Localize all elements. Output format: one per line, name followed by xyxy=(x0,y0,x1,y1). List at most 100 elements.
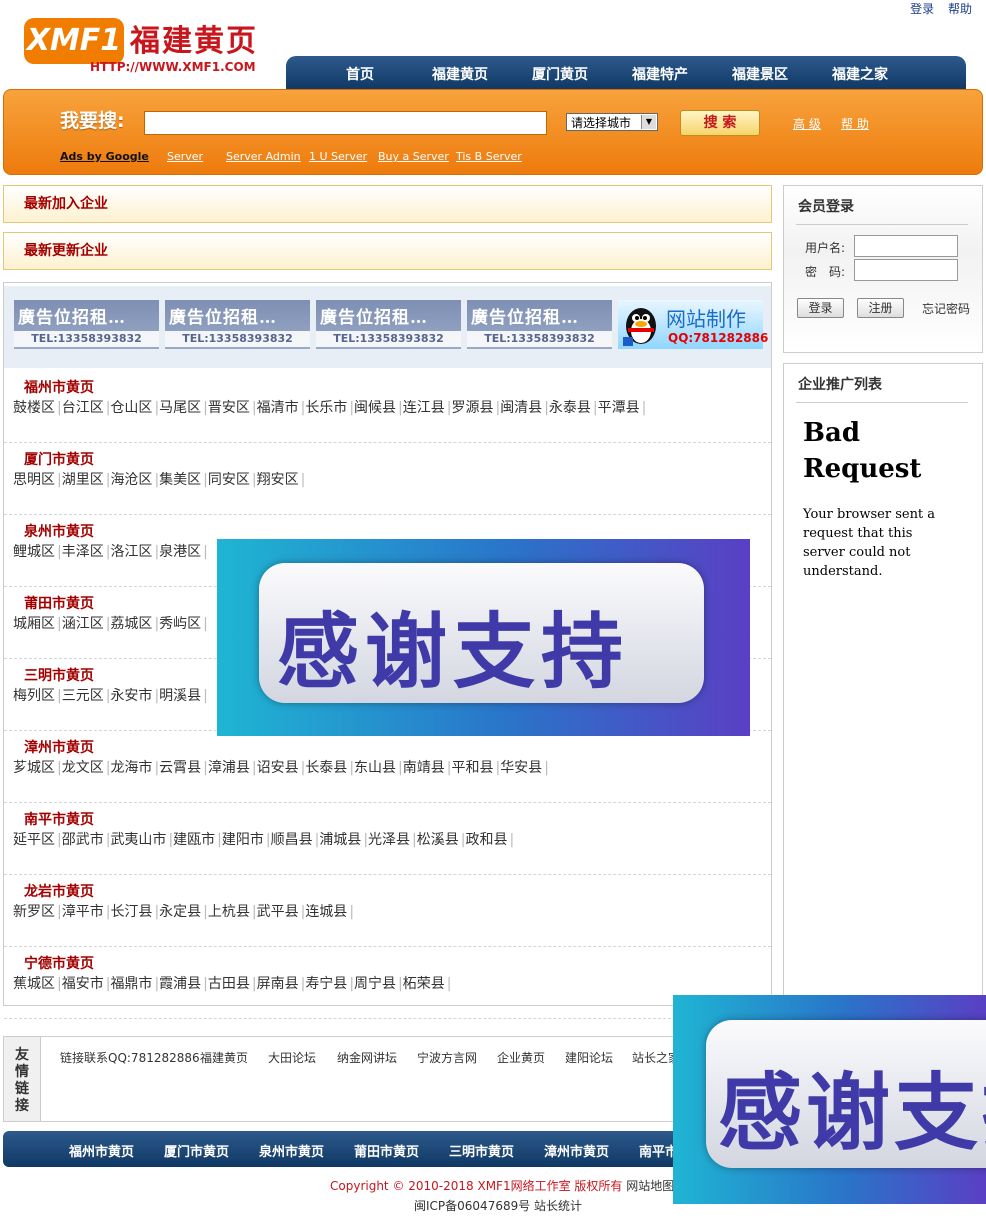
district-link[interactable]: 柘荣县 xyxy=(403,976,445,992)
district-link[interactable]: 福安市 xyxy=(62,976,104,992)
district-link[interactable]: 东山县 xyxy=(354,760,396,776)
district-link[interactable]: 福清市 xyxy=(257,400,299,416)
ad-link-tis-server[interactable]: Tis B Server xyxy=(456,150,522,163)
district-link[interactable]: 顺昌县 xyxy=(271,832,313,848)
city-title[interactable]: 宁德市黄页 xyxy=(24,953,94,973)
district-link[interactable]: 龙海市 xyxy=(110,760,152,776)
district-link[interactable]: 蕉城区 xyxy=(13,976,55,992)
district-link[interactable]: 连江县 xyxy=(403,400,445,416)
register-button[interactable]: 注册 xyxy=(857,298,904,318)
city-title[interactable]: 福州市黄页 xyxy=(24,377,94,397)
district-link[interactable]: 新罗区 xyxy=(13,904,55,920)
ad-link-1u-server[interactable]: 1 U Server xyxy=(309,150,367,163)
district-link[interactable]: 三元区 xyxy=(62,688,104,704)
district-link[interactable]: 云霄县 xyxy=(159,760,201,776)
district-link[interactable]: 平潭县 xyxy=(598,400,640,416)
district-link[interactable]: 屏南县 xyxy=(257,976,299,992)
district-link[interactable]: 罗源县 xyxy=(451,400,493,416)
district-link[interactable]: 晋安区 xyxy=(208,400,250,416)
ad-slot[interactable]: 廣告位招租… TEL:13358393832 xyxy=(467,300,612,349)
district-link[interactable]: 翔安区 xyxy=(257,472,299,488)
district-link[interactable]: 永定县 xyxy=(159,904,201,920)
district-link[interactable]: 上杭县 xyxy=(208,904,250,920)
city-title[interactable]: 泉州市黄页 xyxy=(24,521,94,541)
district-link[interactable]: 武夷山市 xyxy=(110,832,166,848)
district-link[interactable]: 周宁县 xyxy=(354,976,396,992)
bottom-nav-item[interactable]: 三明市黄页 xyxy=(449,1141,514,1160)
district-link[interactable]: 政和县 xyxy=(465,832,507,848)
search-button[interactable]: 搜 索 xyxy=(680,110,760,136)
nav-home[interactable]: 首页 xyxy=(346,64,374,84)
ad-link-buy-server[interactable]: Buy a Server xyxy=(378,150,449,163)
bottom-nav-item[interactable]: 莆田市黄页 xyxy=(354,1141,419,1160)
district-link[interactable]: 仓山区 xyxy=(110,400,152,416)
district-link[interactable]: 秀屿区 xyxy=(159,616,201,632)
district-link[interactable]: 松溪县 xyxy=(417,832,459,848)
district-link[interactable]: 建阳市 xyxy=(222,832,264,848)
district-link[interactable]: 平和县 xyxy=(451,760,493,776)
nav-fujian-home[interactable]: 福建之家 xyxy=(832,64,888,84)
district-link[interactable]: 芗城区 xyxy=(13,760,55,776)
district-link[interactable]: 龙文区 xyxy=(62,760,104,776)
district-link[interactable]: 荔城区 xyxy=(110,616,152,632)
friend-link[interactable]: 宁波方言网 xyxy=(417,1049,477,1066)
city-title[interactable]: 三明市黄页 xyxy=(24,665,94,685)
district-link[interactable]: 永泰县 xyxy=(549,400,591,416)
district-link[interactable]: 永安市 xyxy=(110,688,152,704)
district-link[interactable]: 鼓楼区 xyxy=(13,400,55,416)
district-link[interactable]: 连城县 xyxy=(305,904,347,920)
ad-link-server[interactable]: Server xyxy=(167,150,203,163)
nav-fujian-specialty[interactable]: 福建特产 xyxy=(632,64,688,84)
ad-slot[interactable]: 廣告位招租… TEL:13358393832 xyxy=(316,300,461,349)
district-link[interactable]: 诏安县 xyxy=(257,760,299,776)
login-button[interactable]: 登录 xyxy=(797,298,844,318)
district-link[interactable]: 华安县 xyxy=(500,760,542,776)
district-link[interactable]: 明溪县 xyxy=(159,688,201,704)
district-link[interactable]: 城厢区 xyxy=(13,616,55,632)
ad-slot[interactable]: 廣告位招租… TEL:13358393832 xyxy=(14,300,159,349)
district-link[interactable]: 邵武市 xyxy=(62,832,104,848)
advanced-search-link[interactable]: 高 级 xyxy=(793,115,821,132)
bottom-nav-item[interactable]: 厦门市黄页 xyxy=(164,1141,229,1160)
district-link[interactable]: 延平区 xyxy=(13,832,55,848)
district-link[interactable]: 台江区 xyxy=(62,400,104,416)
district-link[interactable]: 闽候县 xyxy=(354,400,396,416)
district-link[interactable]: 漳浦县 xyxy=(208,760,250,776)
friend-link[interactable]: 链接联系QQ:781282886 xyxy=(60,1049,200,1066)
city-title[interactable]: 莆田市黄页 xyxy=(24,593,94,613)
friend-link[interactable]: 大田论坛 xyxy=(268,1049,316,1066)
qq-website-ad[interactable]: 网站制作 QQ:781282886 xyxy=(618,300,768,349)
district-link[interactable]: 闽清县 xyxy=(500,400,542,416)
friend-link[interactable]: 福建黄页 xyxy=(200,1049,248,1066)
district-link[interactable]: 丰泽区 xyxy=(62,544,104,560)
district-link[interactable]: 海沧区 xyxy=(110,472,152,488)
city-title[interactable]: 厦门市黄页 xyxy=(24,449,94,469)
district-link[interactable]: 漳平市 xyxy=(62,904,104,920)
password-field[interactable] xyxy=(854,259,958,281)
district-link[interactable]: 鲤城区 xyxy=(13,544,55,560)
logo-badge[interactable]: XMF1 xyxy=(24,18,124,64)
updated-companies-title[interactable]: 最新更新企业 xyxy=(24,240,108,260)
district-link[interactable]: 武平县 xyxy=(257,904,299,920)
bottom-nav-item[interactable]: 福州市黄页 xyxy=(69,1141,134,1160)
district-link[interactable]: 思明区 xyxy=(13,472,55,488)
district-link[interactable]: 浦城县 xyxy=(319,832,361,848)
district-link[interactable]: 福鼎市 xyxy=(110,976,152,992)
district-link[interactable]: 长乐市 xyxy=(305,400,347,416)
ad-slot[interactable]: 廣告位招租… TEL:13358393832 xyxy=(165,300,310,349)
forgot-password-link[interactable]: 忘记密码 xyxy=(922,300,970,317)
district-link[interactable]: 霞浦县 xyxy=(159,976,201,992)
nav-fujian-scenic[interactable]: 福建景区 xyxy=(732,64,788,84)
district-link[interactable]: 马尾区 xyxy=(159,400,201,416)
district-link[interactable]: 梅列区 xyxy=(13,688,55,704)
sitemap-link[interactable]: 网站地图 xyxy=(626,1179,674,1193)
city-title[interactable]: 漳州市黄页 xyxy=(24,737,94,757)
search-help-link[interactable]: 帮 助 xyxy=(841,115,869,132)
district-link[interactable]: 洛江区 xyxy=(110,544,152,560)
district-link[interactable]: 同安区 xyxy=(208,472,250,488)
city-select[interactable]: 请选择城市 ▼ xyxy=(566,113,658,131)
nav-fujian-yellow-pages[interactable]: 福建黄页 xyxy=(432,64,488,84)
username-field[interactable] xyxy=(854,235,958,257)
bottom-nav-item[interactable]: 漳州市黄页 xyxy=(544,1141,609,1160)
district-link[interactable]: 寿宁县 xyxy=(305,976,347,992)
